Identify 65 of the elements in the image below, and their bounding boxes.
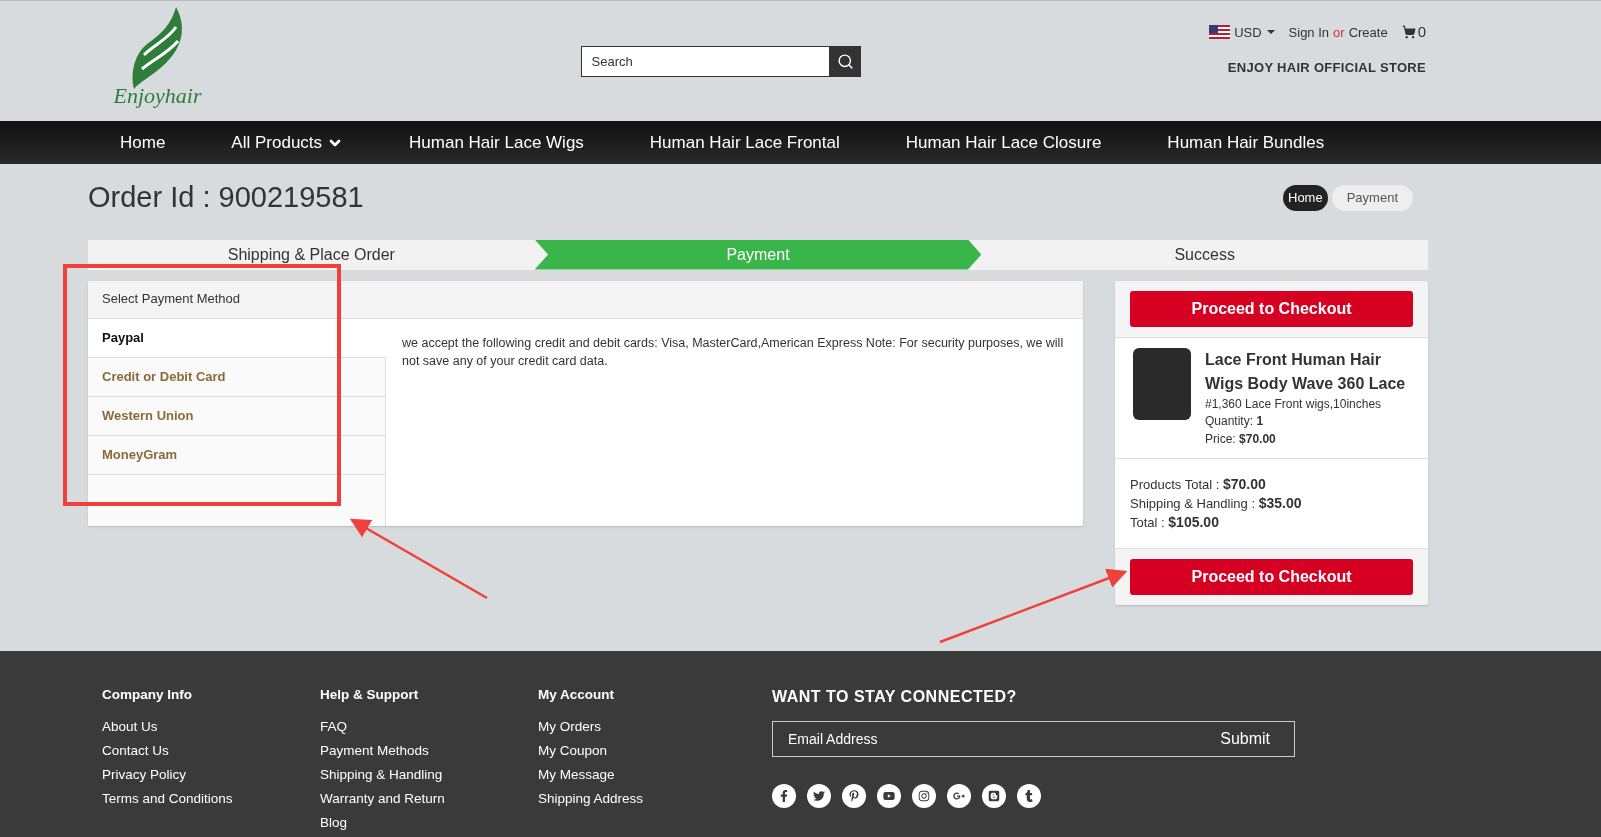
payment-description: we accept the following credit and debit cards: Visa, MasterCard,American Express Note: For security purposes, we will not save any of your credit card data. [401, 334, 1065, 370]
product-variant: #1,360 Lace Front wigs,10inches [1205, 395, 1383, 413]
checkout-button[interactable]: Proceed to Checkout [1130, 559, 1413, 595]
breadcrumb-link[interactable]: Home [1283, 185, 1328, 211]
logo-text[interactable]: Enjoyhair [113, 85, 202, 107]
store-name: ENJOY HAIR OFFICIAL STORE [1227, 58, 1426, 77]
checkout-button[interactable]: Proceed to Checkout [1130, 290, 1413, 327]
youtube-icon[interactable] [877, 784, 901, 808]
footer-link[interactable]: My Orders [538, 715, 756, 740]
footer-link[interactable]: My Message [538, 763, 756, 788]
footer-link[interactable]: Contact Us [102, 739, 320, 764]
nav-link[interactable]: Human Hair Lace Wigs [409, 129, 584, 156]
total-line: Products Total : $70.00 [1130, 475, 1267, 494]
product-name: Lace Front Human Hair Wigs Body Wave 360 Lace [1205, 349, 1407, 394]
nav-link[interactable]: All Products [231, 129, 344, 156]
footer-link[interactable]: Blog [320, 811, 538, 836]
step: Payment [534, 239, 982, 270]
payment-method-tab[interactable]: Credit or Debit Card [88, 357, 386, 397]
cart-count: 0 [1417, 22, 1426, 42]
step: Shipping & Place Order [88, 239, 535, 270]
quantity-text: Quantity: 1 [1205, 413, 1265, 430]
order-title: Order Id : 900219581 [88, 180, 364, 215]
tumblr-icon[interactable] [1017, 784, 1041, 808]
twitter-icon[interactable] [807, 784, 831, 808]
create-link[interactable]: Create [1348, 22, 1388, 42]
price-text: Price: $70.00 [1205, 430, 1277, 448]
footer-link[interactable]: About Us [102, 715, 320, 740]
footer-link[interactable]: Terms and Conditions [102, 787, 320, 812]
sign-in-link[interactable]: Sign In [1288, 22, 1330, 42]
panel-heading: Select Payment Method [102, 290, 241, 309]
footer-heading: Company Info [102, 686, 193, 704]
search-field[interactable]: Search [580, 46, 830, 77]
footer-link[interactable]: Shipping & Handling [320, 763, 538, 788]
nav-link[interactable]: Human Hair Lace Frontal [649, 129, 840, 156]
google-plus-icon[interactable] [947, 784, 971, 808]
payment-method-tab[interactable]: Western Union [88, 396, 386, 436]
footer-link[interactable]: FAQ [320, 715, 538, 740]
nav-link[interactable]: Human Hair Lace Closure [905, 129, 1102, 156]
payment-method-tab[interactable]: Paypal [88, 318, 386, 358]
search-icon [836, 53, 854, 70]
search-button[interactable] [829, 46, 861, 77]
step: Success [981, 239, 1428, 270]
breadcrumb-link[interactable]: Payment [1331, 185, 1413, 211]
total-line: Shipping & Handling : $35.00 [1130, 494, 1303, 513]
newsletter-title: WANT TO STAY CONNECTED? [772, 687, 1018, 707]
caret-icon [1266, 30, 1275, 35]
currency-selector[interactable]: USD [1234, 22, 1275, 42]
cart-icon[interactable] [1401, 25, 1416, 40]
footer-link[interactable]: Shipping Address [538, 787, 756, 812]
nav-link[interactable]: Human Hair Bundles [1167, 129, 1325, 156]
flag-icon [1209, 25, 1231, 40]
footer-heading: My Account [538, 686, 615, 704]
footer-link[interactable]: Warranty and Return [320, 787, 538, 812]
facebook-icon[interactable] [772, 784, 796, 808]
footer-link[interactable]: Payment Methods [320, 739, 538, 764]
total-line: Total : $105.00 [1130, 513, 1220, 532]
footer-link[interactable]: Privacy Policy [102, 763, 320, 788]
pinterest-icon[interactable] [842, 784, 866, 808]
or-text: or [1333, 23, 1345, 42]
footer-link[interactable]: My Coupon [538, 739, 756, 764]
footer-heading: Help & Support [320, 686, 420, 704]
nav-link[interactable]: Home [120, 129, 166, 156]
blogger-icon[interactable] [982, 784, 1006, 808]
payment-method-tab[interactable]: MoneyGram [88, 435, 386, 475]
instagram-icon[interactable] [912, 784, 936, 808]
